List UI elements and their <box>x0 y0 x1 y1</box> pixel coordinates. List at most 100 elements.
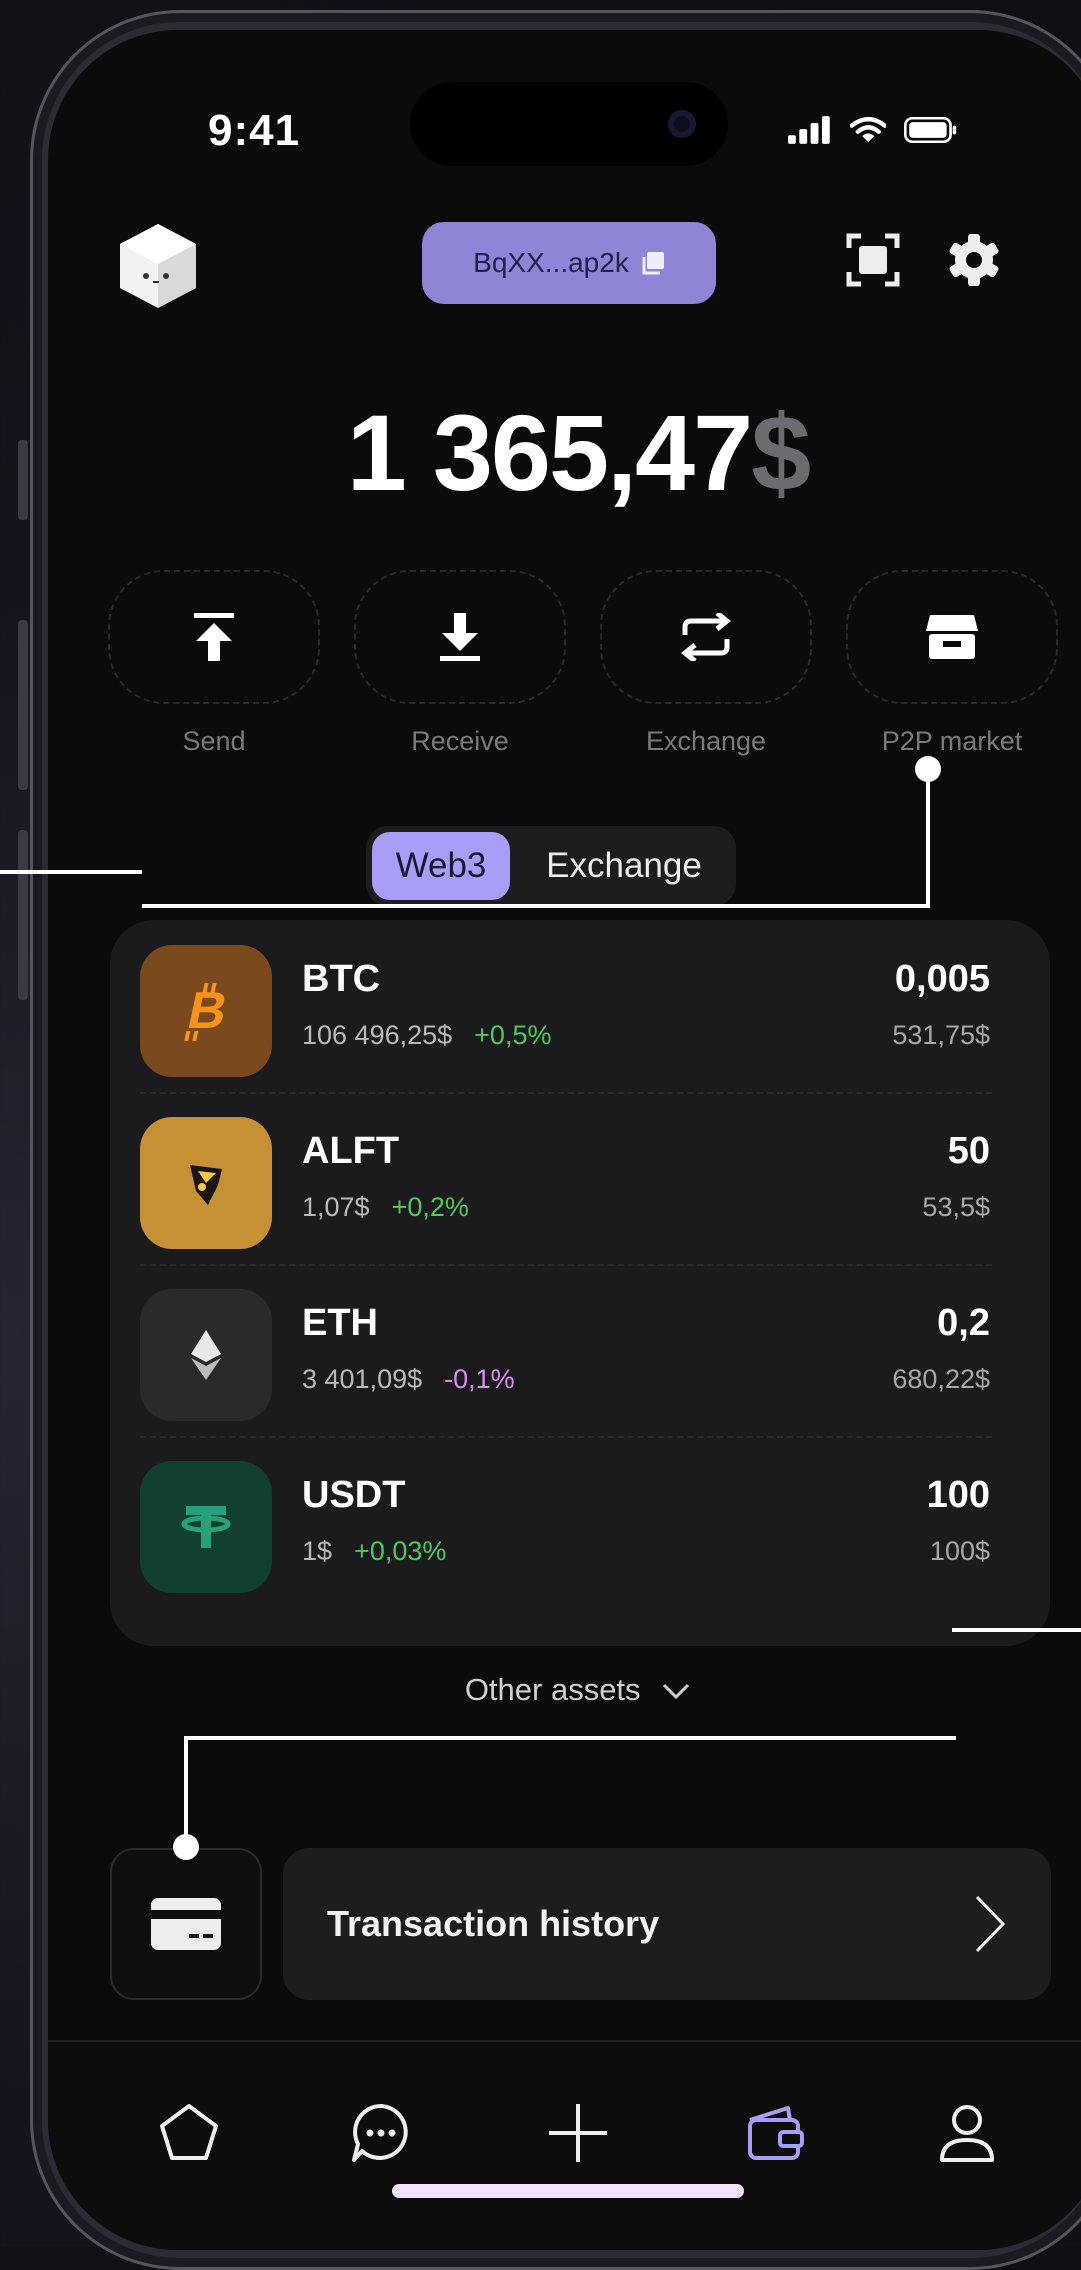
callout-line <box>926 770 930 908</box>
tab-chat[interactable] <box>342 2094 420 2172</box>
copy-icon <box>642 252 664 275</box>
transaction-history-button[interactable]: Transaction history <box>283 1848 1051 2000</box>
receive-label: Receive <box>411 726 509 756</box>
tab-profile[interactable] <box>928 2094 1006 2172</box>
balance-amount: 1 365,47 <box>346 392 753 513</box>
asset-price-value: 1,07$ <box>302 1192 370 1222</box>
asset-amount: 0,2 <box>937 1302 990 1344</box>
callout-line <box>142 904 930 908</box>
alft-icon <box>140 1117 272 1249</box>
asset-amount: 0,005 <box>894 958 990 1000</box>
cube-logo-icon <box>120 224 196 308</box>
exchange-action[interactable]: Exchange <box>600 570 812 757</box>
receive-icon <box>440 613 480 661</box>
tab-wallet[interactable] <box>736 2094 814 2172</box>
asset-symbol: BTC <box>302 958 381 1000</box>
wifi-icon <box>849 116 887 143</box>
battery-icon <box>904 116 957 144</box>
store-icon <box>926 615 978 659</box>
status-icons <box>788 110 958 150</box>
p2p-label: P2P market <box>881 726 1023 756</box>
receive-button[interactable] <box>354 570 566 704</box>
chat-icon <box>352 2104 408 2162</box>
asset-symbol: ALFT <box>302 1130 400 1172</box>
list-item[interactable]: B BTC 106 496,25$ +0,5% 0,005 531,75$ <box>140 920 990 1092</box>
callout-line <box>184 1736 188 1848</box>
settings-gear-icon[interactable] <box>946 232 1002 288</box>
balance-currency: $ <box>751 392 811 513</box>
asset-list: B BTC 106 496,25$ +0,5% 0,005 531,75$ AL… <box>110 920 1050 1646</box>
list-item[interactable]: USDT 1$ +0,03% 100 100$ <box>140 1436 990 1608</box>
phone-screen: 9:41 BqXX...ap2k 1 365,47$ Send Receive … <box>48 30 1081 2250</box>
send-icon <box>194 613 234 661</box>
p2p-button[interactable] <box>846 570 1058 704</box>
asset-usd-value: 531,75$ <box>892 1020 990 1050</box>
chevron-right-icon <box>975 1895 1006 1953</box>
wallet-type-toggle: Web3 Exchange <box>366 826 736 906</box>
asset-symbol: USDT <box>302 1474 406 1516</box>
asset-usd-value: 680,22$ <box>892 1364 990 1394</box>
tab-home[interactable] <box>150 2094 228 2172</box>
asset-usd-value: 100$ <box>929 1536 990 1566</box>
callout-dot <box>173 1834 199 1860</box>
transaction-history-label: Transaction history <box>327 1903 660 1944</box>
total-balance: 1 365,47$ <box>48 390 1081 515</box>
volume-down-button <box>18 830 28 1000</box>
asset-change: +0,03% <box>354 1536 447 1566</box>
scan-qr-icon[interactable] <box>845 232 901 288</box>
ethereum-icon <box>140 1289 272 1421</box>
chevron-down-icon <box>663 1683 690 1700</box>
tab-add[interactable] <box>539 2094 617 2172</box>
home-icon <box>160 2104 218 2160</box>
list-item[interactable]: ALFT 1,07$ +0,2% 50 53,5$ <box>140 1092 990 1264</box>
wallet-address-button[interactable]: BqXX...ap2k <box>422 222 716 304</box>
send-label: Send <box>182 726 246 756</box>
bottom-tab-bar <box>48 2040 1081 2250</box>
status-time: 9:41 <box>208 106 301 155</box>
exchange-icon <box>680 613 732 661</box>
tab-web3[interactable]: Web3 <box>372 832 510 900</box>
signal-icon <box>788 116 830 144</box>
app-logo[interactable] <box>112 220 204 312</box>
asset-change: +0,5% <box>474 1020 552 1050</box>
receive-action[interactable]: Receive <box>354 570 566 757</box>
asset-amount: 100 <box>926 1474 990 1516</box>
callout-dot <box>915 756 941 782</box>
dynamic-island <box>410 82 728 166</box>
volume-up-button <box>18 620 28 790</box>
camera-icon <box>668 110 696 138</box>
send-button[interactable] <box>108 570 320 704</box>
other-assets-toggle[interactable]: Other assets <box>48 1672 1081 1708</box>
asset-price-value: 1$ <box>302 1536 333 1566</box>
plus-icon <box>549 2104 607 2162</box>
cards-button[interactable] <box>110 1848 262 2000</box>
asset-usd-value: 53,5$ <box>922 1192 990 1222</box>
wallet-icon <box>748 2106 804 2160</box>
wallet-address: BqXX...ap2k <box>473 247 629 278</box>
p2p-action[interactable]: P2P market <box>846 570 1058 757</box>
profile-icon <box>940 2105 994 2162</box>
asset-amount: 50 <box>947 1130 990 1172</box>
card-icon <box>151 1898 221 1950</box>
asset-price: 3 401,09$ -0,1% <box>302 1364 515 1395</box>
bitcoin-icon: B <box>140 945 272 1077</box>
asset-symbol: ETH <box>302 1302 378 1344</box>
asset-change: +0,2% <box>391 1192 469 1222</box>
asset-change: -0,1% <box>444 1364 515 1394</box>
callout-line <box>952 1628 1081 1632</box>
asset-price: 106 496,25$ +0,5% <box>302 1020 551 1051</box>
send-action[interactable]: Send <box>108 570 320 757</box>
mute-switch <box>18 440 28 520</box>
quick-actions: Send Receive Exchange P2P market <box>108 570 1058 757</box>
asset-price-value: 3 401,09$ <box>302 1364 423 1394</box>
exchange-button[interactable] <box>600 570 812 704</box>
asset-price: 1,07$ +0,2% <box>302 1192 469 1223</box>
other-assets-label: Other assets <box>464 1672 641 1707</box>
asset-price-value: 106 496,25$ <box>302 1020 453 1050</box>
home-indicator <box>392 2184 744 2198</box>
asset-price: 1$ +0,03% <box>302 1536 446 1567</box>
exchange-label: Exchange <box>645 726 767 756</box>
list-item[interactable]: ETH 3 401,09$ -0,1% 0,2 680,22$ <box>140 1264 990 1436</box>
tab-exchange[interactable]: Exchange <box>518 832 730 900</box>
callout-line <box>0 870 142 874</box>
